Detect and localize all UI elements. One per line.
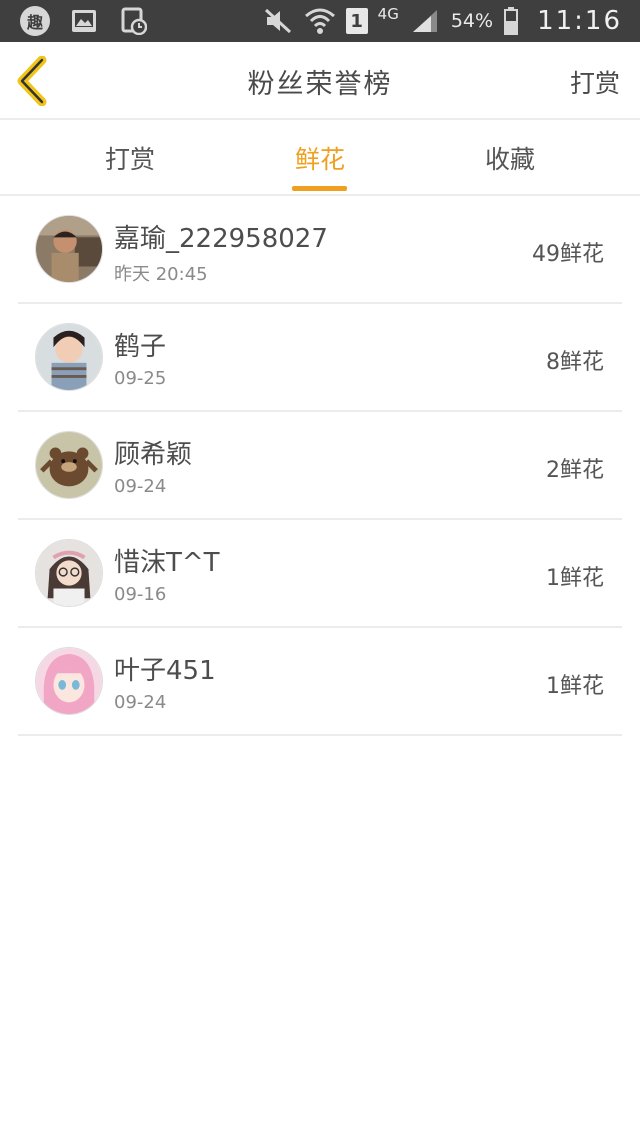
sim-slot-badge: 1 — [345, 8, 368, 34]
fan-name: 鹤子 — [114, 332, 167, 362]
flower-count: 8鲜花 — [546, 350, 604, 375]
app-notification-icon: 趣 — [20, 6, 50, 36]
list-item[interactable]: 顾希颖 09-24 2鲜花 — [18, 412, 622, 520]
list-item[interactable]: 叶子451 09-24 1鲜花 — [18, 628, 622, 736]
avatar — [35, 323, 103, 391]
image-icon — [68, 5, 100, 37]
clock: 11:16 — [537, 6, 622, 36]
fan-time: 09-24 — [114, 476, 167, 497]
fan-time: 09-25 — [114, 368, 167, 389]
fan-name: 顾希颖 — [114, 440, 193, 470]
flower-count: 49鲜花 — [532, 242, 604, 267]
fan-time: 09-16 — [114, 584, 167, 605]
battery-percentage: 54% — [450, 10, 494, 32]
avatar — [35, 431, 103, 499]
avatar — [35, 647, 103, 715]
active-tab-indicator — [292, 186, 347, 191]
fan-time: 09-24 — [114, 692, 167, 713]
reward-button[interactable]: 打赏 — [570, 64, 620, 100]
mute-icon — [262, 5, 294, 37]
schedule-icon — [118, 5, 150, 37]
list-item[interactable]: 嘉瑜_222958027 昨天 20:45 49鲜花 — [18, 196, 622, 304]
fan-list: 嘉瑜_222958027 昨天 20:45 49鲜花 鹤子 09-25 8鲜花 … — [18, 196, 622, 736]
tab-bar: 打赏 鲜花 收藏 — [0, 120, 640, 196]
notification-icons: 趣 — [20, 5, 150, 37]
flower-count: 1鲜花 — [546, 674, 604, 699]
fan-name: 叶子451 — [114, 656, 216, 686]
battery-icon — [503, 5, 519, 37]
tab-flowers[interactable]: 鲜花 — [260, 140, 380, 176]
wifi-icon — [304, 5, 336, 37]
avatar — [35, 215, 103, 283]
list-item[interactable]: 惜沫T^T 09-16 1鲜花 — [18, 520, 622, 628]
fan-name: 嘉瑜_222958027 — [114, 224, 328, 254]
system-indicators: 1 4G 54% 11:16 — [262, 4, 622, 38]
list-item[interactable]: 鹤子 09-25 8鲜花 — [18, 304, 622, 412]
page-title: 粉丝荣誉榜 — [247, 69, 393, 100]
avatar — [35, 539, 103, 607]
flower-count: 1鲜花 — [546, 566, 604, 591]
status-bar: 趣 1 4G 54% 11:16 — [0, 0, 640, 42]
tab-reward[interactable]: 打赏 — [70, 140, 190, 176]
fan-time: 昨天 20:45 — [114, 264, 208, 285]
signal-icon — [409, 5, 441, 37]
network-type: 4G — [377, 5, 399, 23]
flower-count: 2鲜花 — [546, 458, 604, 483]
tab-favorites[interactable]: 收藏 — [450, 140, 570, 176]
fan-name: 惜沫T^T — [114, 548, 220, 578]
header: 粉丝荣誉榜 打赏 — [0, 42, 640, 120]
